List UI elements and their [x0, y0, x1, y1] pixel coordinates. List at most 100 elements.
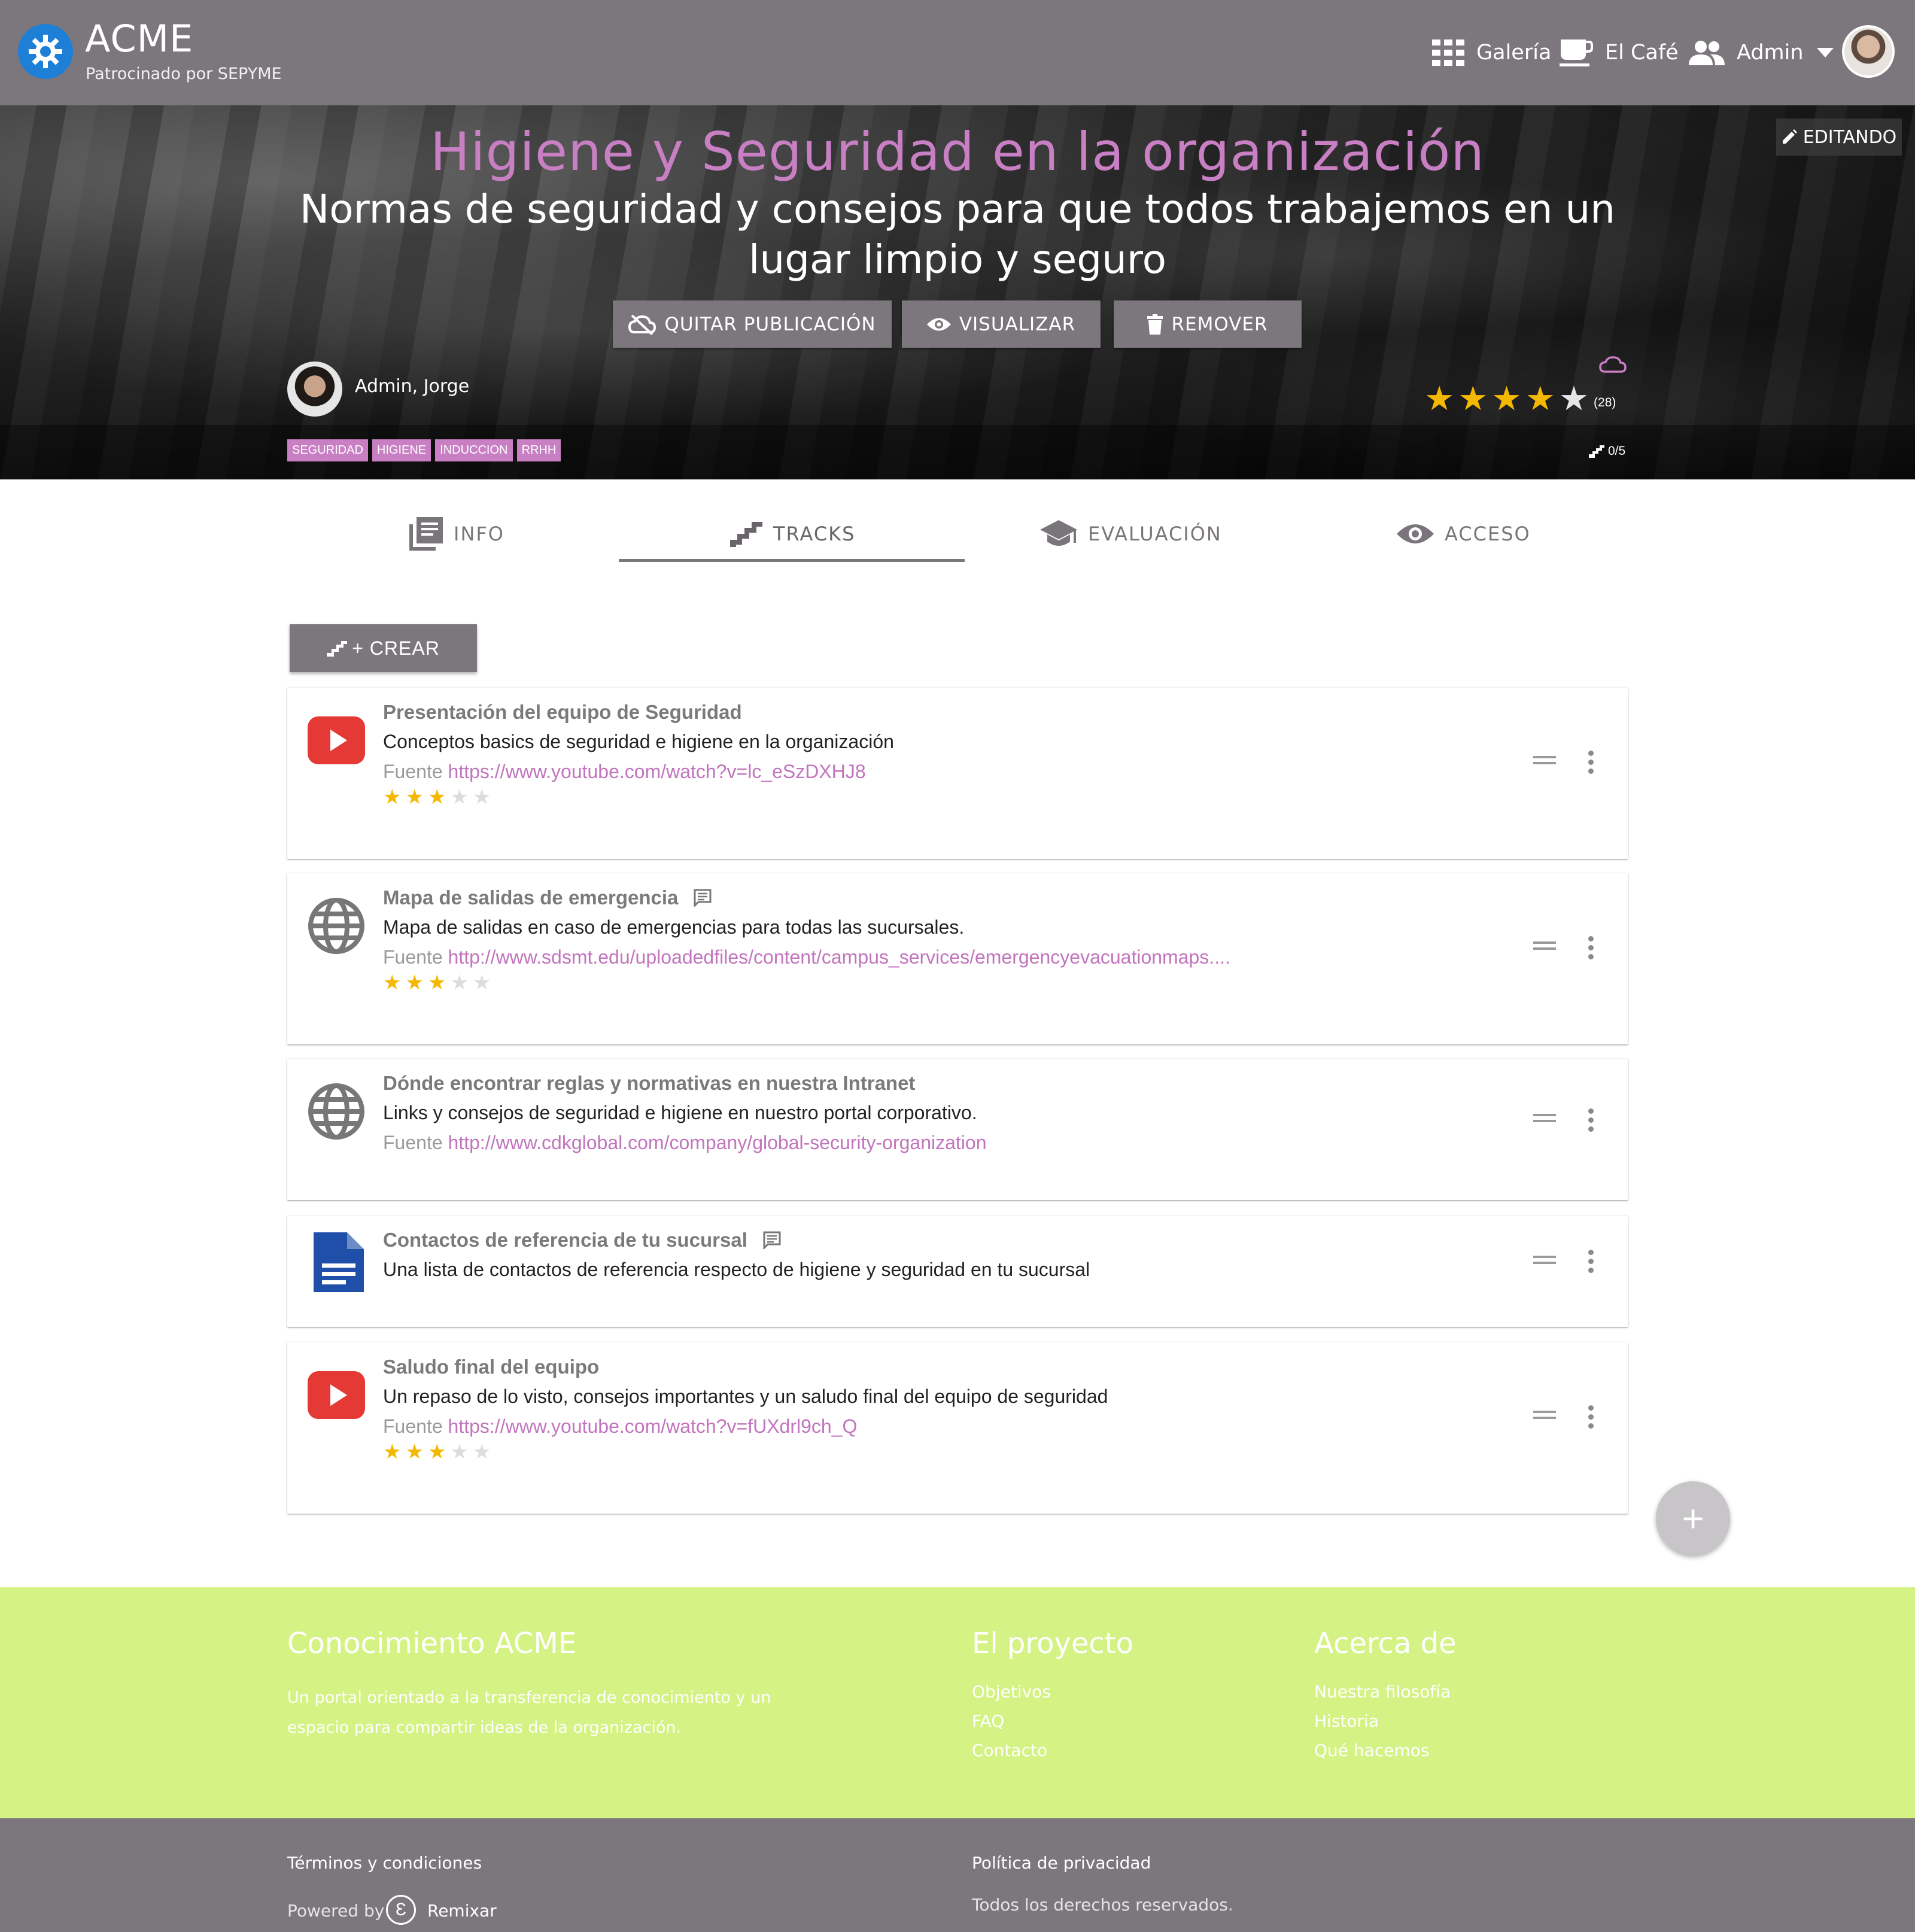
- nav-admin-menu[interactable]: Admin: [1689, 36, 1834, 69]
- drag-handle-icon[interactable]: [1533, 941, 1556, 950]
- track-title[interactable]: Dónde encontrar reglas y normativas en n…: [383, 1072, 915, 1095]
- track-source: Fuente https://www.youtube.com/watch?v=f…: [383, 1415, 857, 1438]
- star-icon[interactable]: ★: [428, 787, 446, 807]
- add-track-fab[interactable]: +: [1656, 1481, 1730, 1556]
- star-icon[interactable]: ★: [450, 1442, 468, 1462]
- star-icon[interactable]: ★: [1458, 382, 1488, 415]
- footer-link-que-hacemos[interactable]: Qué hacemos: [1314, 1740, 1429, 1760]
- comment-icon[interactable]: [694, 889, 712, 907]
- star-icon[interactable]: ★: [383, 1442, 401, 1462]
- progress-text: 0/5: [1608, 444, 1626, 458]
- track-source: Fuente http://www.sdsmt.edu/uploadedfile…: [383, 946, 1230, 968]
- star-icon[interactable]: ★: [450, 787, 468, 807]
- track-rating[interactable]: ★ ★ ★ ★ ★: [383, 1442, 495, 1462]
- star-icon[interactable]: ★: [405, 787, 423, 807]
- source-link[interactable]: https://www.youtube.com/watch?v=fUXdrl9c…: [448, 1415, 858, 1437]
- drag-handle-icon[interactable]: [1533, 1411, 1556, 1419]
- globe-icon[interactable]: [308, 1083, 365, 1140]
- star-icon[interactable]: ★: [473, 787, 491, 807]
- comment-icon[interactable]: [763, 1231, 781, 1249]
- more-vert-icon[interactable]: [1588, 1405, 1595, 1432]
- globe-icon[interactable]: [308, 897, 365, 955]
- star-icon[interactable]: ★: [473, 973, 491, 993]
- track-card[interactable]: Mapa de salidas de emergencia Mapa de sa…: [287, 873, 1628, 1044]
- brand-name[interactable]: ACME: [85, 17, 193, 60]
- star-icon[interactable]: ★: [405, 1442, 423, 1462]
- track-title[interactable]: Saludo final del equipo: [383, 1356, 599, 1378]
- star-icon[interactable]: ★: [1559, 382, 1589, 415]
- track-card[interactable]: Presentación del equipo de Seguridad Con…: [287, 688, 1628, 859]
- tab-access[interactable]: ACCESO: [1397, 510, 1531, 558]
- youtube-icon[interactable]: [308, 712, 365, 769]
- source-link[interactable]: http://www.cdkglobal.com/company/global-…: [448, 1132, 987, 1153]
- nav-cafe-link[interactable]: El Café: [1560, 36, 1679, 69]
- author-avatar[interactable]: [287, 362, 342, 417]
- footer-link-objetivos[interactable]: Objetivos: [972, 1682, 1051, 1702]
- footer-link-contacto[interactable]: Contacto: [972, 1740, 1047, 1760]
- star-icon[interactable]: ★: [428, 1442, 446, 1462]
- tab-tracks-label: TRACKS: [773, 523, 856, 545]
- track-title[interactable]: Presentación del equipo de Seguridad: [383, 701, 742, 724]
- rights-text: Todos los derechos reservados.: [972, 1895, 1233, 1915]
- star-icon[interactable]: ★: [450, 973, 468, 993]
- footer-link-historia[interactable]: Historia: [1314, 1711, 1379, 1731]
- tab-tracks[interactable]: TRACKS: [730, 510, 855, 558]
- youtube-icon[interactable]: [308, 1366, 365, 1424]
- more-vert-icon[interactable]: [1588, 1250, 1595, 1277]
- star-icon[interactable]: ★: [1491, 382, 1521, 415]
- source-link[interactable]: https://www.youtube.com/watch?v=lc_eSzDX…: [448, 761, 866, 782]
- tab-evaluation[interactable]: EVALUACIÓN: [1040, 510, 1222, 558]
- source-link[interactable]: http://www.sdsmt.edu/uploadedfiles/conte…: [448, 946, 1230, 968]
- remixar-logo-icon[interactable]: Ɛ: [386, 1895, 416, 1925]
- track-card[interactable]: Dónde encontrar reglas y normativas en n…: [287, 1059, 1628, 1200]
- star-icon[interactable]: ★: [405, 973, 423, 993]
- footer-link-faq[interactable]: FAQ: [972, 1711, 1004, 1731]
- powered-by-text: Powered by: [287, 1901, 385, 1921]
- track-description: Mapa de salidas en caso de emergencias p…: [383, 916, 965, 938]
- author-name[interactable]: Admin, Jorge: [355, 376, 469, 397]
- star-icon[interactable]: ★: [1424, 382, 1454, 415]
- preview-button[interactable]: VISUALIZAR: [902, 300, 1101, 348]
- preview-label: VISUALIZAR: [959, 313, 1076, 335]
- nav-gallery-link[interactable]: Galería: [1432, 36, 1551, 69]
- tag-chip[interactable]: SEGURIDAD: [287, 439, 368, 461]
- track-rating[interactable]: ★ ★ ★ ★ ★: [383, 973, 495, 993]
- star-icon[interactable]: ★: [383, 787, 401, 807]
- user-avatar[interactable]: [1842, 25, 1895, 78]
- document-icon[interactable]: [314, 1232, 364, 1292]
- track-source: Fuente https://www.youtube.com/watch?v=l…: [383, 761, 866, 783]
- footer-link-filosofia[interactable]: Nuestra filosofía: [1314, 1682, 1451, 1702]
- track-title-text: Contactos de referencia de tu sucursal: [383, 1229, 747, 1251]
- course-rating[interactable]: ★ ★ ★ ★ ★ (28): [1424, 382, 1616, 415]
- track-rating[interactable]: ★ ★ ★ ★ ★: [383, 787, 495, 807]
- acme-logo-icon[interactable]: [18, 24, 73, 79]
- more-vert-icon[interactable]: [1588, 751, 1595, 777]
- tag-chip[interactable]: INDUCCION: [435, 439, 513, 461]
- track-card[interactable]: Contactos de referencia de tu sucursal U…: [287, 1216, 1628, 1327]
- tag-chip[interactable]: RRHH: [516, 439, 561, 461]
- terms-link[interactable]: Términos y condiciones: [287, 1853, 482, 1873]
- drag-handle-icon[interactable]: [1533, 1114, 1556, 1122]
- track-title[interactable]: Mapa de salidas de emergencia: [383, 886, 712, 909]
- create-track-button[interactable]: + CREAR: [290, 624, 477, 672]
- star-icon[interactable]: ★: [473, 1442, 491, 1462]
- drag-handle-icon[interactable]: [1533, 756, 1556, 764]
- track-title[interactable]: Contactos de referencia de tu sucursal: [383, 1229, 781, 1251]
- tab-access-label: ACCESO: [1445, 523, 1531, 545]
- more-vert-icon[interactable]: [1588, 1108, 1595, 1135]
- unpublish-button[interactable]: QUITAR PUBLICACIÓN: [613, 300, 892, 348]
- star-icon[interactable]: ★: [383, 973, 401, 993]
- star-icon[interactable]: ★: [428, 973, 446, 993]
- tag-chip[interactable]: HIGIENE: [372, 439, 431, 461]
- tab-evaluation-label: EVALUACIÓN: [1088, 523, 1222, 545]
- track-card[interactable]: Saludo final del equipo Un repaso de lo …: [287, 1342, 1628, 1514]
- more-vert-icon[interactable]: [1588, 936, 1595, 963]
- remixar-link[interactable]: Remixar: [427, 1901, 497, 1921]
- privacy-link[interactable]: Política de privacidad: [972, 1853, 1151, 1873]
- star-icon[interactable]: ★: [1525, 382, 1555, 415]
- drag-handle-icon[interactable]: [1533, 1256, 1556, 1264]
- track-description: Conceptos basics de seguridad e higiene …: [383, 731, 894, 752]
- tab-info[interactable]: INFO: [409, 510, 504, 558]
- remove-button[interactable]: REMOVER: [1114, 300, 1302, 348]
- track-progress: 0/5: [1589, 444, 1625, 458]
